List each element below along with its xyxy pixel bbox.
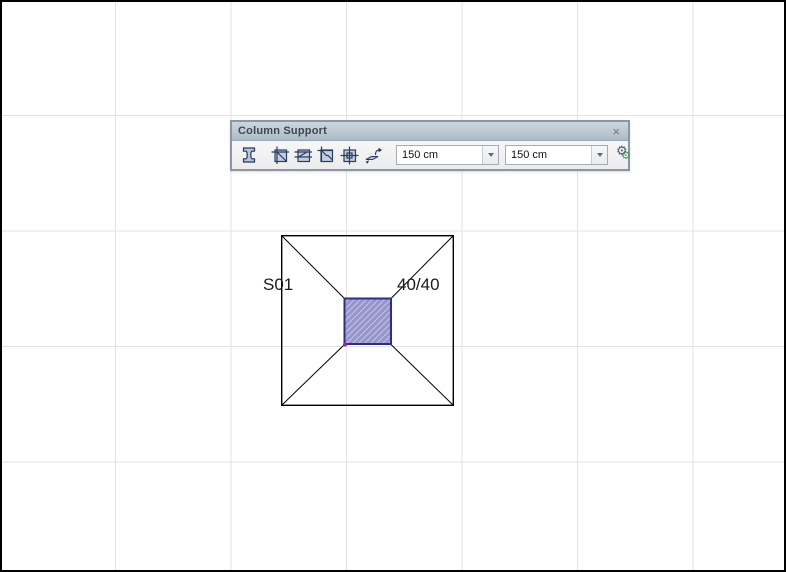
toolbar-titlebar[interactable]: Column Support × bbox=[232, 122, 628, 141]
close-icon[interactable]: × bbox=[610, 125, 622, 138]
column-tool-button[interactable] bbox=[238, 143, 260, 167]
support-width-dropdown-button[interactable] bbox=[482, 146, 498, 164]
column-support-object[interactable] bbox=[281, 235, 454, 406]
support-height-dropdown-button[interactable] bbox=[591, 146, 607, 164]
support-width-combobox bbox=[396, 145, 499, 165]
toolbar-buttons-row: ⚙ ⚙ bbox=[232, 141, 628, 169]
rotate-support-button[interactable] bbox=[362, 143, 384, 167]
support-double-beam-icon bbox=[294, 146, 313, 165]
chevron-down-icon bbox=[597, 153, 603, 157]
column-cross-section bbox=[345, 299, 392, 345]
insertion-point-marker bbox=[343, 343, 347, 347]
support-edge-left-icon bbox=[271, 146, 290, 165]
settings-gears-icon: ⚙ ⚙ bbox=[615, 146, 633, 164]
support-height-input[interactable] bbox=[506, 146, 591, 164]
support-double-beam-button[interactable] bbox=[293, 143, 314, 167]
support-width-input[interactable] bbox=[397, 146, 482, 164]
column-support-toolbar: Column Support × bbox=[230, 120, 630, 171]
support-id-label: S01 bbox=[263, 275, 293, 295]
support-cross-icon bbox=[340, 146, 359, 165]
support-corner-icon bbox=[317, 146, 336, 165]
settings-button[interactable]: ⚙ ⚙ bbox=[614, 144, 634, 166]
support-cross-button[interactable] bbox=[339, 143, 360, 167]
support-height-combobox bbox=[505, 145, 608, 165]
column-size-label: 40/40 bbox=[397, 275, 440, 295]
support-corner-button[interactable] bbox=[316, 143, 337, 167]
toolbar-title: Column Support bbox=[238, 125, 327, 137]
column-icon bbox=[239, 145, 259, 165]
chevron-down-icon bbox=[488, 153, 494, 157]
rotate-support-icon bbox=[363, 145, 383, 165]
drawing-canvas[interactable]: Column Support × bbox=[0, 0, 786, 572]
support-edge-left-button[interactable] bbox=[270, 143, 291, 167]
